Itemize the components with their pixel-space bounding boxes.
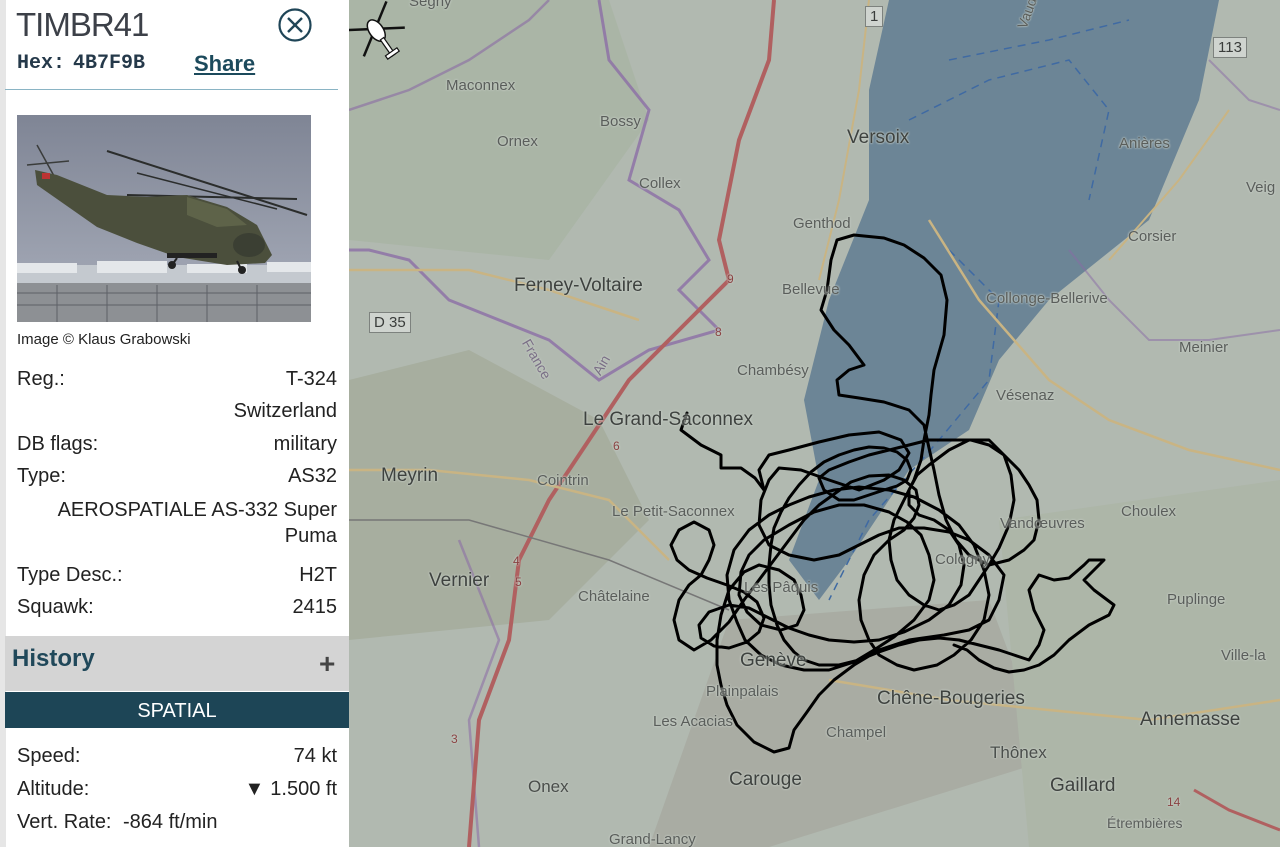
road-number: 9 bbox=[727, 272, 734, 286]
road-number: 5 bbox=[515, 575, 522, 589]
place-label: Grand-Lancy bbox=[609, 831, 696, 847]
spatial-section-header[interactable]: SPATIAL bbox=[5, 692, 349, 728]
type-value: AS32 bbox=[288, 465, 337, 487]
place-label: Ornex bbox=[497, 133, 538, 150]
aircraft-photo[interactable] bbox=[17, 115, 311, 322]
altitude-value: 1.500 ft bbox=[270, 778, 337, 800]
road-number: 8 bbox=[715, 325, 722, 339]
type-name: AEROSPATIALE AS-332 Super Puma bbox=[57, 499, 337, 547]
road-number: 14 bbox=[1167, 795, 1181, 809]
aircraft-info-panel: TIMBR41 Hex: 4B7F9B Share Image © Klaus … bbox=[0, 0, 349, 847]
spatial-title: SPATIAL bbox=[137, 700, 217, 722]
share-link[interactable]: Share bbox=[194, 51, 255, 77]
place-label: Ville-la bbox=[1221, 647, 1266, 664]
place-label: Collonge-Bellerive bbox=[986, 290, 1108, 307]
triangle-down-icon: ▼ bbox=[244, 778, 265, 800]
reg-value: T-324 bbox=[285, 368, 337, 390]
place-label: Carouge bbox=[729, 769, 802, 790]
altitude-value-group: ▼ 1.500 ft bbox=[244, 778, 337, 801]
place-label: Maconnex bbox=[446, 77, 516, 94]
place-label: Onex bbox=[528, 777, 569, 796]
road-number: 3 bbox=[451, 732, 458, 746]
place-label: Ferney-Voltaire bbox=[514, 275, 643, 296]
history-title: History bbox=[12, 645, 95, 672]
place-label: Collex bbox=[639, 175, 681, 192]
hex-row: Hex: 4B7F9B bbox=[17, 52, 145, 75]
place-label: Gaillard bbox=[1050, 775, 1116, 796]
place-label: Versoix bbox=[847, 127, 910, 148]
map-view[interactable]: Segny Maconnex Bossy Ornex Collex Versoi… bbox=[349, 0, 1280, 847]
place-label: Puplinge bbox=[1167, 591, 1226, 608]
vert-rate-label: Vert. Rate: bbox=[17, 811, 112, 833]
place-label: Cologny bbox=[935, 551, 991, 568]
place-label: Les Pâquis bbox=[744, 579, 819, 596]
place-label: Vernier bbox=[429, 570, 490, 591]
route-badge: D 35 bbox=[369, 312, 411, 333]
place-label: Bellevue bbox=[782, 281, 840, 298]
place-label: Chêne-Bougeries bbox=[877, 688, 1025, 709]
type-label: Type: bbox=[17, 465, 66, 487]
place-label: Annemasse bbox=[1140, 709, 1241, 730]
country-value: Switzerland bbox=[233, 400, 337, 422]
place-label: Corsier bbox=[1128, 228, 1177, 245]
place-label: Le Grand-Saconnex bbox=[583, 409, 754, 430]
close-icon[interactable] bbox=[278, 8, 312, 42]
vert-rate-value: -864 ft/min bbox=[123, 811, 218, 833]
place-label: Anières bbox=[1119, 135, 1170, 152]
place-label: Vésenaz bbox=[996, 387, 1055, 404]
place-label: Thônex bbox=[990, 743, 1047, 762]
place-label: Châtelaine bbox=[578, 588, 650, 605]
hex-label: Hex: bbox=[17, 52, 66, 75]
callsign-title: TIMBR41 bbox=[16, 6, 149, 43]
photo-credit: Image © Klaus Grabowski bbox=[17, 331, 191, 348]
db-flags-value: military bbox=[273, 433, 337, 455]
plus-icon[interactable]: + bbox=[319, 650, 335, 678]
reg-label: Reg.: bbox=[17, 368, 65, 390]
place-label: Cointrin bbox=[537, 472, 589, 489]
route-badge: 1 bbox=[865, 6, 884, 27]
place-label: Champel bbox=[826, 724, 887, 741]
speed-value: 74 kt bbox=[293, 745, 337, 767]
place-label: Étrembières bbox=[1107, 815, 1183, 831]
place-label: Meyrin bbox=[381, 465, 439, 486]
place-label: Vandœuvres bbox=[1000, 515, 1085, 532]
place-label: Choulex bbox=[1121, 503, 1177, 520]
place-label: Meinier bbox=[1179, 339, 1229, 356]
type-desc-label: Type Desc.: bbox=[17, 564, 123, 586]
altitude-label: Altitude: bbox=[17, 778, 90, 800]
place-label: Segny bbox=[409, 0, 452, 10]
place-label: Plainpalais bbox=[706, 683, 779, 700]
route-badge: 113 bbox=[1213, 37, 1247, 58]
place-label: Bossy bbox=[600, 113, 641, 130]
speed-label: Speed: bbox=[17, 745, 81, 767]
road-number: 4 bbox=[513, 554, 520, 568]
place-label: Genthod bbox=[793, 215, 851, 232]
squawk-label: Squawk: bbox=[17, 596, 94, 618]
place-label: Veig bbox=[1246, 179, 1276, 196]
road-number: 6 bbox=[613, 439, 620, 453]
place-label: Le Petit-Saconnex bbox=[612, 503, 735, 520]
divider bbox=[5, 89, 338, 90]
type-desc-value: H2T bbox=[299, 564, 337, 586]
place-label: Chambésy bbox=[737, 362, 809, 379]
squawk-value: 2415 bbox=[292, 596, 338, 618]
place-label: Les Acacias bbox=[653, 713, 734, 730]
db-flags-label: DB flags: bbox=[17, 433, 99, 455]
history-section-toggle[interactable]: History + bbox=[5, 636, 349, 691]
place-label: Genève bbox=[740, 650, 807, 671]
hex-value: 4B7F9B bbox=[73, 52, 146, 75]
helicopter-icon[interactable] bbox=[349, 0, 407, 66]
